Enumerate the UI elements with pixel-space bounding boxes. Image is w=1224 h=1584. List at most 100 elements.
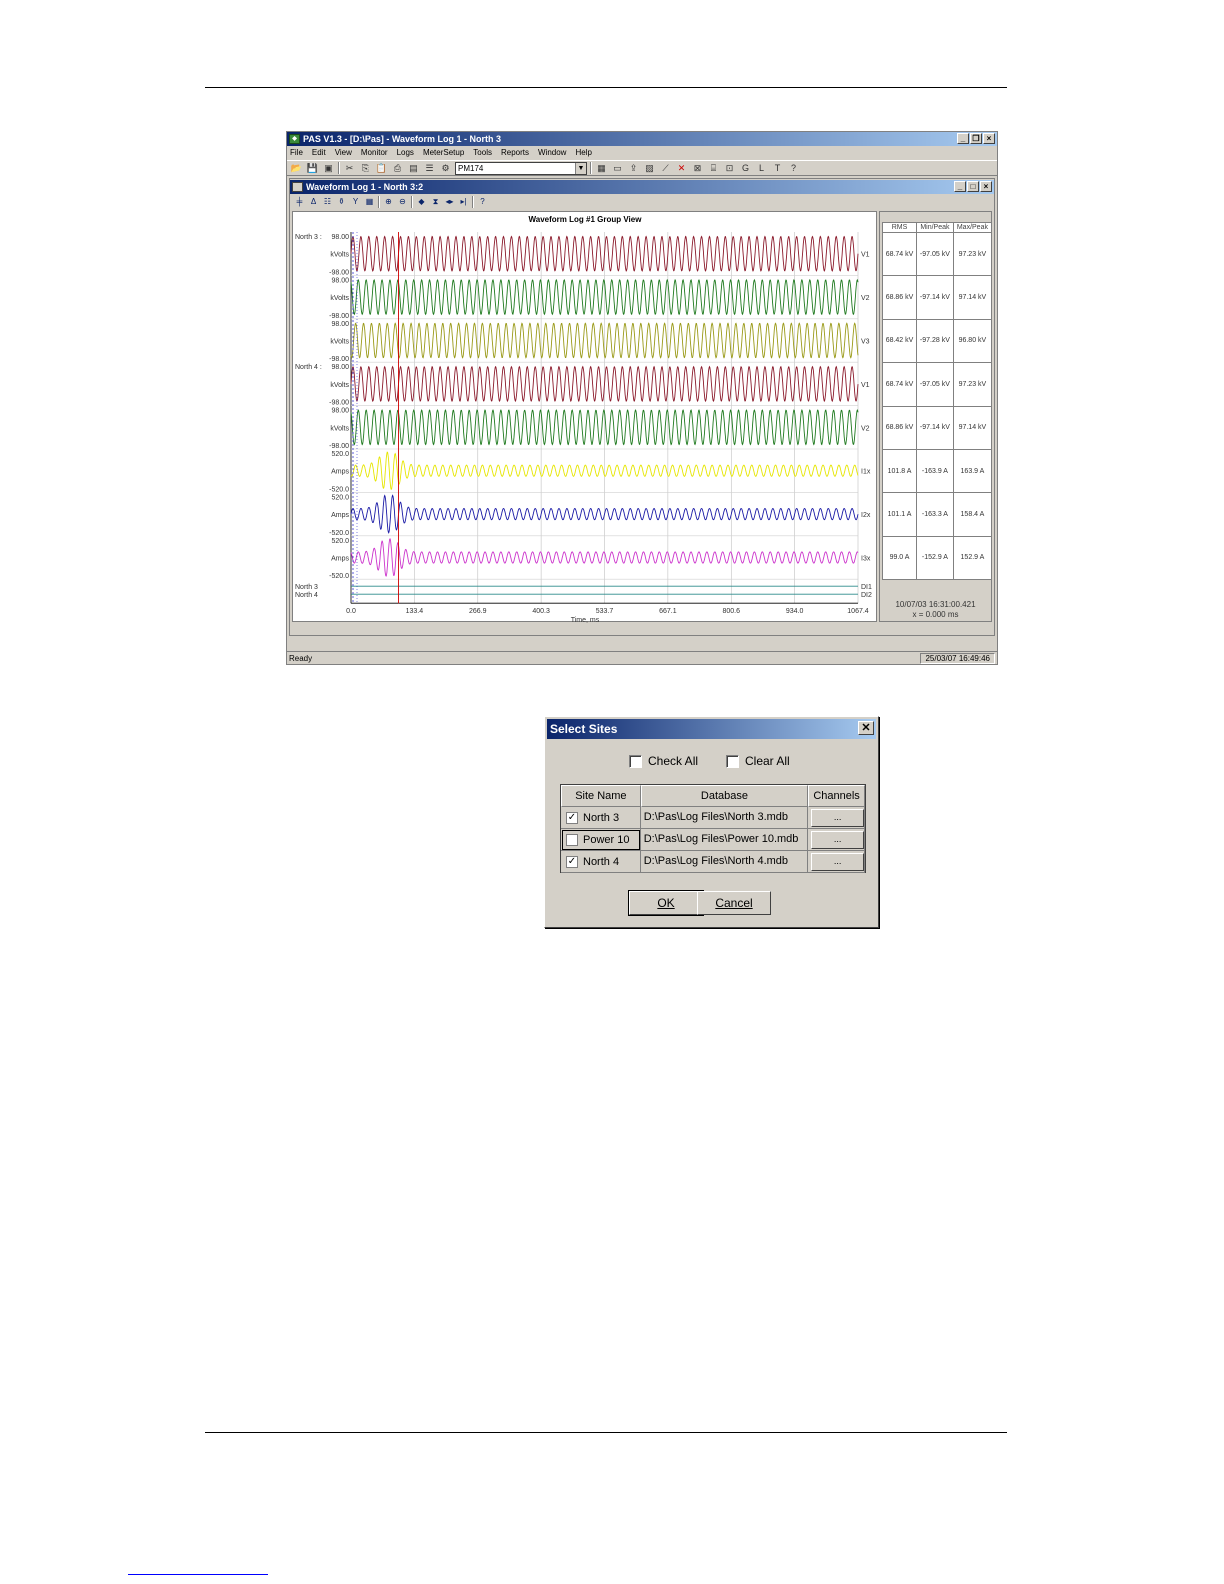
database-cell[interactable]: D:\Pas\Log Files\Power 10.mdb xyxy=(640,829,809,851)
delete-icon[interactable]: ✕ xyxy=(675,162,688,174)
cut-icon[interactable]: ✂ xyxy=(343,162,356,174)
site-name-cell[interactable]: ✓ North 3 xyxy=(561,807,641,829)
cell: -163.9 A xyxy=(916,448,954,494)
tou-icon[interactable]: T xyxy=(771,162,784,174)
gen-icon[interactable]: G xyxy=(739,162,752,174)
network-icon[interactable]: ⌸ xyxy=(707,162,720,174)
y-axis-icon[interactable]: Y xyxy=(350,196,361,208)
minimize-button[interactable]: _ xyxy=(957,133,969,144)
connect-icon[interactable]: ⚙ xyxy=(439,162,452,174)
vertical-shrink-icon[interactable]: ⧗ xyxy=(430,196,441,208)
zoom-out-icon[interactable]: ⊖ xyxy=(397,196,408,208)
site-name: North 3 xyxy=(583,811,620,824)
dialog-close-button[interactable]: ✕ xyxy=(858,721,874,735)
child-close-button[interactable]: × xyxy=(980,181,992,192)
open-icon[interactable]: 📂 xyxy=(290,162,303,174)
upload-icon[interactable]: ⇪ xyxy=(627,162,640,174)
preview-icon[interactable]: ▤ xyxy=(407,162,420,174)
check-all-checkbox[interactable]: Check All xyxy=(629,754,698,768)
check-all-box[interactable] xyxy=(629,754,642,768)
channels-icon[interactable]: ╪ xyxy=(294,196,305,208)
site-checkbox-power10[interactable] xyxy=(566,833,578,846)
menu-help[interactable]: Help xyxy=(575,146,591,159)
download-icon[interactable]: ⊡ xyxy=(723,162,736,174)
delta-icon[interactable]: Δ xyxy=(308,196,319,208)
close-button[interactable]: × xyxy=(983,133,995,144)
clear-all-box[interactable] xyxy=(726,754,739,768)
menu-metersetup[interactable]: MeterSetup xyxy=(423,146,464,159)
list-icon[interactable]: ☷ xyxy=(322,196,333,208)
child-help-icon[interactable]: ? xyxy=(477,196,488,208)
channels-button[interactable]: ... xyxy=(811,852,864,871)
menu-file[interactable]: File xyxy=(290,146,303,159)
child-titlebar[interactable]: Waveform Log 1 - North 3:2 _ □ × xyxy=(290,180,994,194)
stop-icon[interactable]: ⊠ xyxy=(691,162,704,174)
chevron-down-icon[interactable]: ▼ xyxy=(575,162,586,174)
database-cell[interactable]: D:\Pas\Log Files\North 4.mdb xyxy=(640,851,809,873)
site-row[interactable]: Power 10 D:\Pas\Log Files\Power 10.mdb .… xyxy=(561,829,865,851)
save-icon[interactable]: 💾 xyxy=(306,162,319,174)
dialog-titlebar[interactable]: Select Sites ✕ xyxy=(547,719,876,739)
channels-cell: ... xyxy=(808,807,865,829)
menu-logs[interactable]: Logs xyxy=(397,146,414,159)
col-database: Database xyxy=(640,785,809,807)
cell: 68.42 kV xyxy=(881,318,918,364)
calendar-icon[interactable]: ▦ xyxy=(595,162,608,174)
pas-main-window: ◆ PAS V1.3 - [D:\Pas] - Waveform Log 1 -… xyxy=(286,131,998,665)
menu-view[interactable]: View xyxy=(335,146,352,159)
phasor-icon[interactable]: ⚱ xyxy=(336,196,347,208)
measurement-row: 68.42 kV -97.28 kV 96.80 kV xyxy=(881,318,993,364)
options-icon[interactable]: ▦ xyxy=(364,196,375,208)
vertical-zoom-icon[interactable]: ◆ xyxy=(416,196,427,208)
waveform-chart[interactable]: Waveform Log #1 Group View 0.0 133.4 266.9 4… xyxy=(292,211,877,623)
database-cell[interactable]: D:\Pas\Log Files\North 3.mdb xyxy=(640,807,809,829)
paste-icon[interactable]: 📋 xyxy=(375,162,388,174)
x-tick-label: 400.3 xyxy=(532,608,550,615)
marker-icon[interactable]: ▸| xyxy=(458,196,469,208)
site-name-cell[interactable]: Power 10 xyxy=(561,829,641,851)
y-unit-label: kVolts xyxy=(330,425,349,432)
site-checkbox-north4[interactable]: ✓ xyxy=(566,855,578,868)
clear-all-checkbox[interactable]: Clear All xyxy=(726,754,790,768)
ok-button[interactable]: OK xyxy=(628,890,704,916)
menu-edit[interactable]: Edit xyxy=(312,146,326,159)
site-name: Power 10 xyxy=(583,833,630,846)
trend-icon[interactable]: ⟋ xyxy=(659,162,672,174)
horizontal-zoom-icon[interactable]: ◂▸ xyxy=(444,196,455,208)
child-maximize-button[interactable]: □ xyxy=(967,181,979,192)
menu-window[interactable]: Window xyxy=(538,146,566,159)
y-max-label: 98.00 xyxy=(331,277,349,284)
zoom-in-icon[interactable]: ⊕ xyxy=(383,196,394,208)
channels-button[interactable]: ... xyxy=(811,830,864,849)
copy-icon[interactable]: ⎘ xyxy=(359,162,372,174)
chart-icon[interactable]: ▨ xyxy=(643,162,656,174)
channels-button[interactable]: ... xyxy=(811,808,864,827)
y-min-label: -98.00 xyxy=(329,269,349,276)
site-row[interactable]: ✓ North 3 D:\Pas\Log Files\North 3.mdb .… xyxy=(561,807,865,829)
menu-reports[interactable]: Reports xyxy=(501,146,529,159)
toolbar-separator xyxy=(411,196,413,208)
properties-icon[interactable]: ☰ xyxy=(423,162,436,174)
restore-button[interactable]: ❐ xyxy=(970,133,982,144)
site-name-cell[interactable]: ✓ North 4 xyxy=(561,851,641,873)
y-unit-label: kVolts xyxy=(330,252,349,259)
series-name-label: V2 xyxy=(861,295,870,302)
device-select[interactable]: PM174 ▼ xyxy=(455,161,587,175)
select-sites-dialog: Select Sites ✕ Check All Clear All Site … xyxy=(544,716,879,928)
save-all-icon[interactable]: ▣ xyxy=(322,162,335,174)
log-icon[interactable]: L xyxy=(755,162,768,174)
cancel-button[interactable]: Cancel xyxy=(697,891,771,915)
y-min-label: -98.00 xyxy=(329,356,349,363)
site-label: North 4 : xyxy=(295,364,322,371)
menu-monitor[interactable]: Monitor xyxy=(361,146,388,159)
measurement-table: RMS Min/Peak Max/Peak 68.74 kV -97.05 kV 9… xyxy=(881,222,993,581)
pas-titlebar[interactable]: ◆ PAS V1.3 - [D:\Pas] - Waveform Log 1 -… xyxy=(287,132,997,146)
cell: -152.9 A xyxy=(916,535,954,581)
site-checkbox-north3[interactable]: ✓ xyxy=(566,811,578,824)
monitor-icon[interactable]: ▭ xyxy=(611,162,624,174)
menu-tools[interactable]: Tools xyxy=(473,146,492,159)
site-row[interactable]: ✓ North 4 D:\Pas\Log Files\North 4.mdb .… xyxy=(561,851,865,873)
child-minimize-button[interactable]: _ xyxy=(954,181,966,192)
print-icon[interactable]: ⎙ xyxy=(391,162,404,174)
help-icon[interactable]: ? xyxy=(787,162,800,174)
